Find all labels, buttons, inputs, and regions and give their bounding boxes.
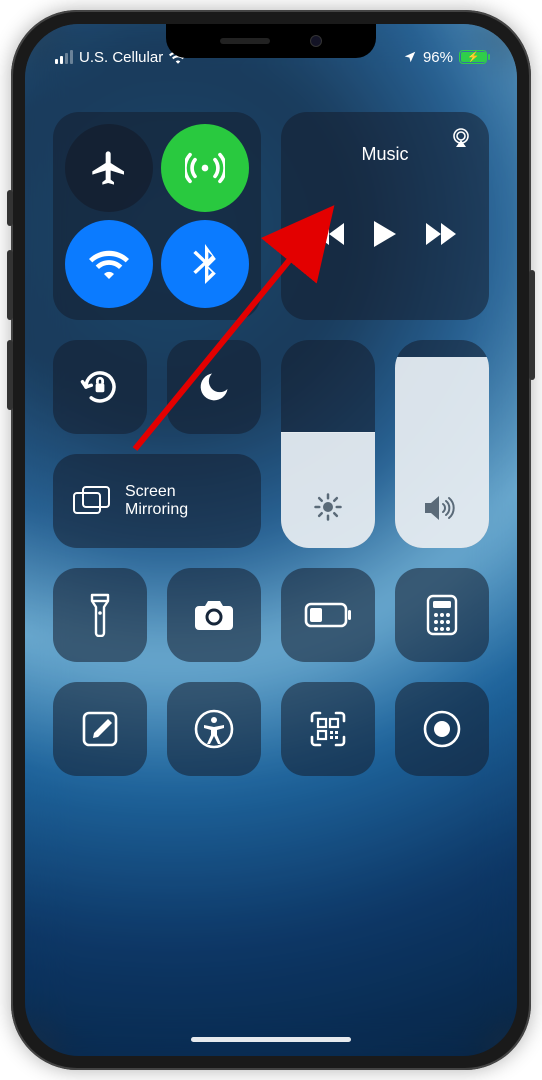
screen-mirroring-icon [73,486,111,516]
music-panel[interactable]: Music [281,112,489,320]
cellular-data-toggle[interactable] [161,124,249,212]
play-button[interactable] [374,221,396,247]
mute-switch [7,190,13,226]
phone-frame: U.S. Cellular 96% ⚡ [11,10,531,1070]
front-camera [310,35,322,47]
low-power-tile[interactable] [281,568,375,662]
brightness-icon [281,492,375,522]
next-track-button[interactable] [426,223,456,245]
volume-slider[interactable] [395,340,489,548]
power-button [529,270,535,380]
connectivity-panel[interactable] [53,112,261,320]
screen-mirroring-button[interactable]: ScreenMirroring [53,454,261,548]
notch [166,24,376,58]
screen: U.S. Cellular 96% ⚡ [25,24,517,1056]
battery-icon: ⚡ [459,50,487,64]
control-center: Music [25,84,517,1056]
notes-tile[interactable] [53,682,147,776]
previous-track-button[interactable] [314,223,344,245]
airplane-mode-toggle[interactable] [65,124,153,212]
accessibility-tile[interactable] [167,682,261,776]
camera-tile[interactable] [167,568,261,662]
wifi-toggle[interactable] [65,220,153,308]
speaker-grille [220,38,270,44]
volume-down-button [7,340,13,410]
do-not-disturb-toggle[interactable] [167,340,261,434]
status-right: 96% ⚡ [403,49,487,66]
volume-icon [395,494,489,522]
screen-mirroring-label: ScreenMirroring [125,483,188,520]
brightness-slider[interactable] [281,340,375,548]
calculator-tile[interactable] [395,568,489,662]
status-left: U.S. Cellular [55,49,187,66]
volume-up-button [7,250,13,320]
flashlight-tile[interactable] [53,568,147,662]
shortcut-grid [53,568,489,776]
music-title: Music [299,144,471,165]
battery-percent: 96% [423,49,453,66]
charging-bolt-icon: ⚡ [467,52,479,63]
location-arrow-icon [403,50,417,64]
screen-record-tile[interactable] [395,682,489,776]
qr-scanner-tile[interactable] [281,682,375,776]
orientation-lock-toggle[interactable] [53,340,147,434]
signal-strength-icon [55,50,73,64]
home-indicator[interactable] [191,1037,351,1042]
carrier-label: U.S. Cellular [79,49,163,66]
bluetooth-toggle[interactable] [161,220,249,308]
airplay-icon[interactable] [449,126,473,150]
